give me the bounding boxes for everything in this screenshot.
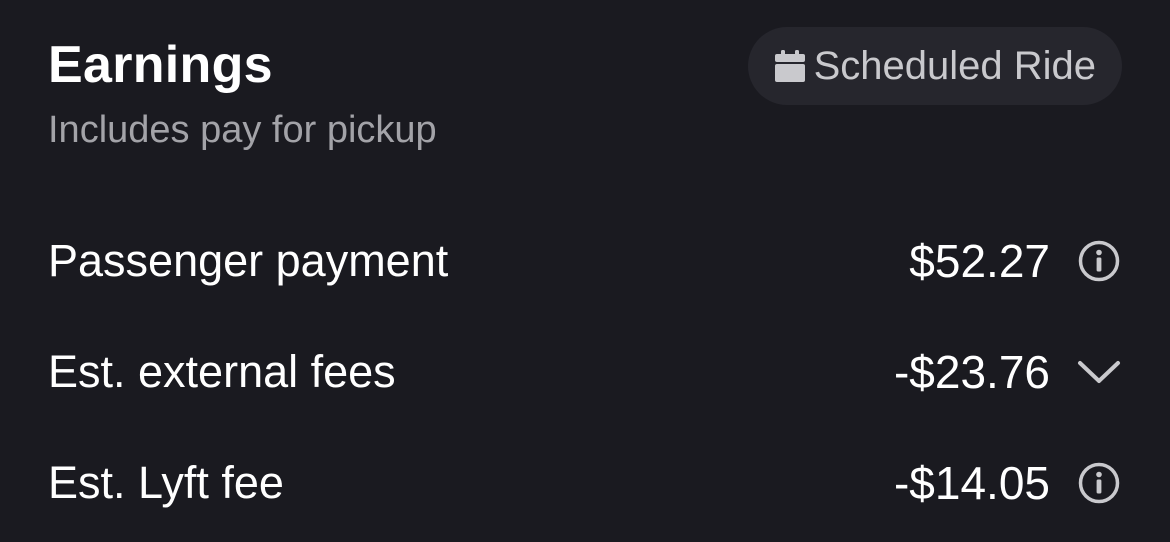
row-label: Est. external fees: [48, 345, 396, 397]
row-value: -$14.05: [893, 456, 1050, 509]
chevron-down-icon[interactable]: [1076, 349, 1122, 395]
earnings-header: Earnings Includes pay for pickup: [48, 30, 437, 154]
row-external-fees[interactable]: Est. external fees -$23.76: [48, 316, 1122, 427]
row-right: $52.27: [909, 233, 1122, 289]
row-label: Est. Lyft fee: [48, 456, 284, 508]
calendar-icon: [774, 50, 805, 82]
info-icon[interactable]: [1076, 238, 1122, 284]
page-subtitle: Includes pay for pickup: [48, 109, 437, 151]
row-lyft-fee: Est. Lyft fee -$14.05: [48, 427, 1122, 538]
info-icon[interactable]: [1076, 460, 1122, 506]
row-value: -$23.76: [893, 345, 1050, 398]
row-right: -$14.05: [894, 455, 1122, 511]
row-value: $52.27: [909, 234, 1050, 287]
row-label: Passenger payment: [48, 234, 449, 286]
page-title: Earnings: [48, 36, 273, 94]
row-passenger-payment: Passenger payment $52.27: [48, 205, 1122, 316]
earnings-breakdown: Passenger payment $52.27 Est. external f…: [48, 205, 1122, 538]
row-right: -$23.76: [894, 344, 1122, 400]
scheduled-ride-badge[interactable]: Scheduled Ride: [747, 27, 1122, 105]
badge-label: Scheduled Ride: [813, 44, 1096, 88]
